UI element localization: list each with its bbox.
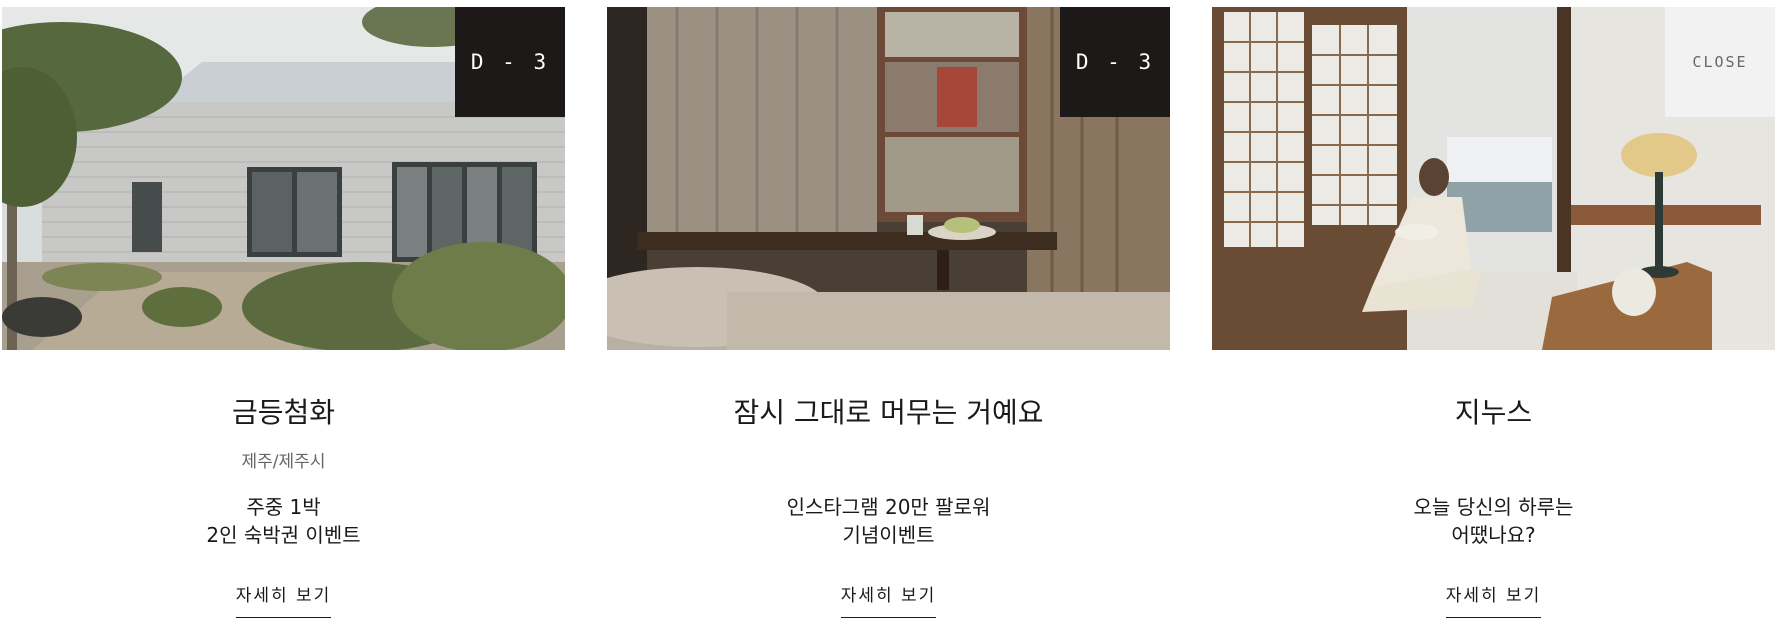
view-details-link[interactable]: 자세히 보기: [235, 581, 332, 618]
close-button[interactable]: CLOSE: [1665, 7, 1775, 117]
event-description-line-1: 오늘 당신의 하루는: [1413, 495, 1574, 519]
event-description-line-1: 주중 1박: [246, 495, 321, 519]
event-card-1-image[interactable]: D - 3: [2, 7, 565, 350]
event-description-line-2: 2인 숙박권 이벤트: [206, 523, 361, 547]
d-day-badge: D - 3: [455, 7, 565, 117]
event-description-line-2: 어땠나요?: [1451, 523, 1536, 547]
event-title: 금등첨화: [231, 396, 336, 429]
event-card-3: CLOSE 지누스 오늘 당신의 하루는 어땠나요? 자세히 보기: [1212, 7, 1775, 627]
event-card-3-image[interactable]: CLOSE: [1212, 7, 1775, 350]
view-details-link[interactable]: 자세히 보기: [840, 581, 937, 618]
event-location: 제주/제주시: [241, 452, 326, 472]
event-title: 잠시 그대로 머무는 거예요: [733, 396, 1044, 429]
event-title: 지누스: [1454, 396, 1533, 429]
event-card-2: D - 3 잠시 그대로 머무는 거예요 인스타그램 20만 팔로워 기념이벤트…: [607, 7, 1170, 627]
event-description: 주중 1박 2인 숙박권 이벤트: [2, 493, 565, 549]
event-description: 오늘 당신의 하루는 어땠나요?: [1212, 493, 1775, 549]
event-card-1: D - 3 금등첨화 제주/제주시 주중 1박 2인 숙박권 이벤트 자세히 보…: [2, 7, 565, 627]
event-description: 인스타그램 20만 팔로워 기념이벤트: [607, 493, 1170, 549]
event-card-2-image[interactable]: D - 3: [607, 7, 1170, 350]
event-description-line-1: 인스타그램 20만 팔로워: [786, 495, 991, 519]
d-day-badge: D - 3: [1060, 7, 1170, 117]
event-description-line-2: 기념이벤트: [842, 523, 935, 547]
view-details-link[interactable]: 자세히 보기: [1445, 581, 1542, 618]
